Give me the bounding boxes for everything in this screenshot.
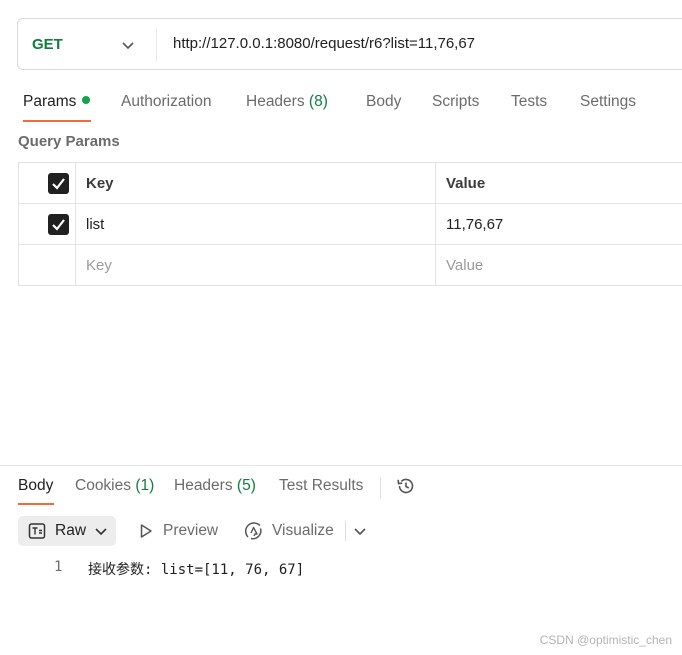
check-icon: [52, 178, 65, 190]
visualize-label: Visualize: [272, 522, 334, 539]
tab-separator: [380, 478, 381, 498]
tab-authorization[interactable]: Authorization: [121, 93, 211, 111]
play-icon: [140, 524, 152, 538]
watermark: CSDN @optimistic_chen: [539, 633, 672, 647]
tab-settings[interactable]: Settings: [580, 93, 636, 111]
response-tab-headers-label: Headers: [174, 477, 233, 494]
table-row: list 11,76,67: [19, 204, 682, 245]
url-input[interactable]: http://127.0.0.1:8080/request/r6?list=11…: [173, 35, 475, 52]
raw-label: Raw: [55, 522, 87, 539]
method-select[interactable]: GET: [32, 36, 63, 53]
preview-label: Preview: [163, 522, 219, 539]
response-tab-cookies[interactable]: Cookies (1): [75, 477, 154, 495]
new-value-input[interactable]: Value: [446, 257, 483, 274]
response-tab-headers[interactable]: Headers (5): [174, 477, 256, 495]
row-checkbox[interactable]: [48, 214, 69, 235]
chevron-down-icon: [95, 528, 107, 536]
line-number: 1: [54, 559, 63, 575]
chevron-down-icon[interactable]: [121, 38, 135, 52]
response-tab-cookies-count: (1): [135, 477, 155, 494]
table-row-new: Key Value: [19, 245, 682, 286]
raw-text-icon: [28, 523, 46, 539]
tab-scripts[interactable]: Scripts: [432, 93, 479, 111]
query-params-table: Key Value list 11,76,67 Key Value: [18, 162, 682, 286]
table-header-row: Key Value: [19, 163, 682, 204]
param-value-cell[interactable]: 11,76,67: [446, 216, 503, 233]
tab-tests[interactable]: Tests: [511, 93, 547, 111]
active-response-tab-indicator: [18, 503, 54, 505]
response-tab-cookies-label: Cookies: [75, 477, 131, 494]
tab-params[interactable]: Params: [23, 93, 91, 111]
check-icon: [52, 219, 65, 231]
column-header-key: Key: [86, 175, 114, 192]
history-icon[interactable]: [395, 475, 417, 497]
column-header-value: Value: [446, 175, 486, 192]
active-tab-indicator: [23, 120, 91, 122]
response-tab-body[interactable]: Body: [18, 477, 53, 495]
response-divider: [0, 465, 682, 466]
request-url-bar: GET http://127.0.0.1:8080/request/r6?lis…: [17, 18, 682, 70]
response-body-line: 接收参数: list=[11, 76, 67]: [88, 562, 305, 578]
response-tab-headers-count: (5): [236, 477, 256, 494]
tab-body[interactable]: Body: [366, 93, 401, 111]
visualize-icon: [244, 522, 262, 540]
select-all-checkbox[interactable]: [48, 173, 69, 194]
param-key-cell[interactable]: list: [86, 216, 104, 233]
new-key-input[interactable]: Key: [86, 257, 112, 274]
tab-headers-count: (8): [308, 93, 328, 110]
query-params-title: Query Params: [18, 133, 120, 150]
toolbar-separator: [345, 521, 346, 541]
format-raw-dropdown[interactable]: Raw: [18, 516, 116, 546]
chevron-down-icon[interactable]: [353, 524, 367, 538]
response-tab-test-results[interactable]: Test Results: [279, 477, 363, 495]
tab-headers-label: Headers: [246, 93, 305, 110]
tab-headers[interactable]: Headers (8): [246, 93, 328, 111]
params-status-dot: [82, 95, 91, 104]
tab-params-label: Params: [23, 93, 77, 110]
url-divider: [156, 29, 157, 61]
